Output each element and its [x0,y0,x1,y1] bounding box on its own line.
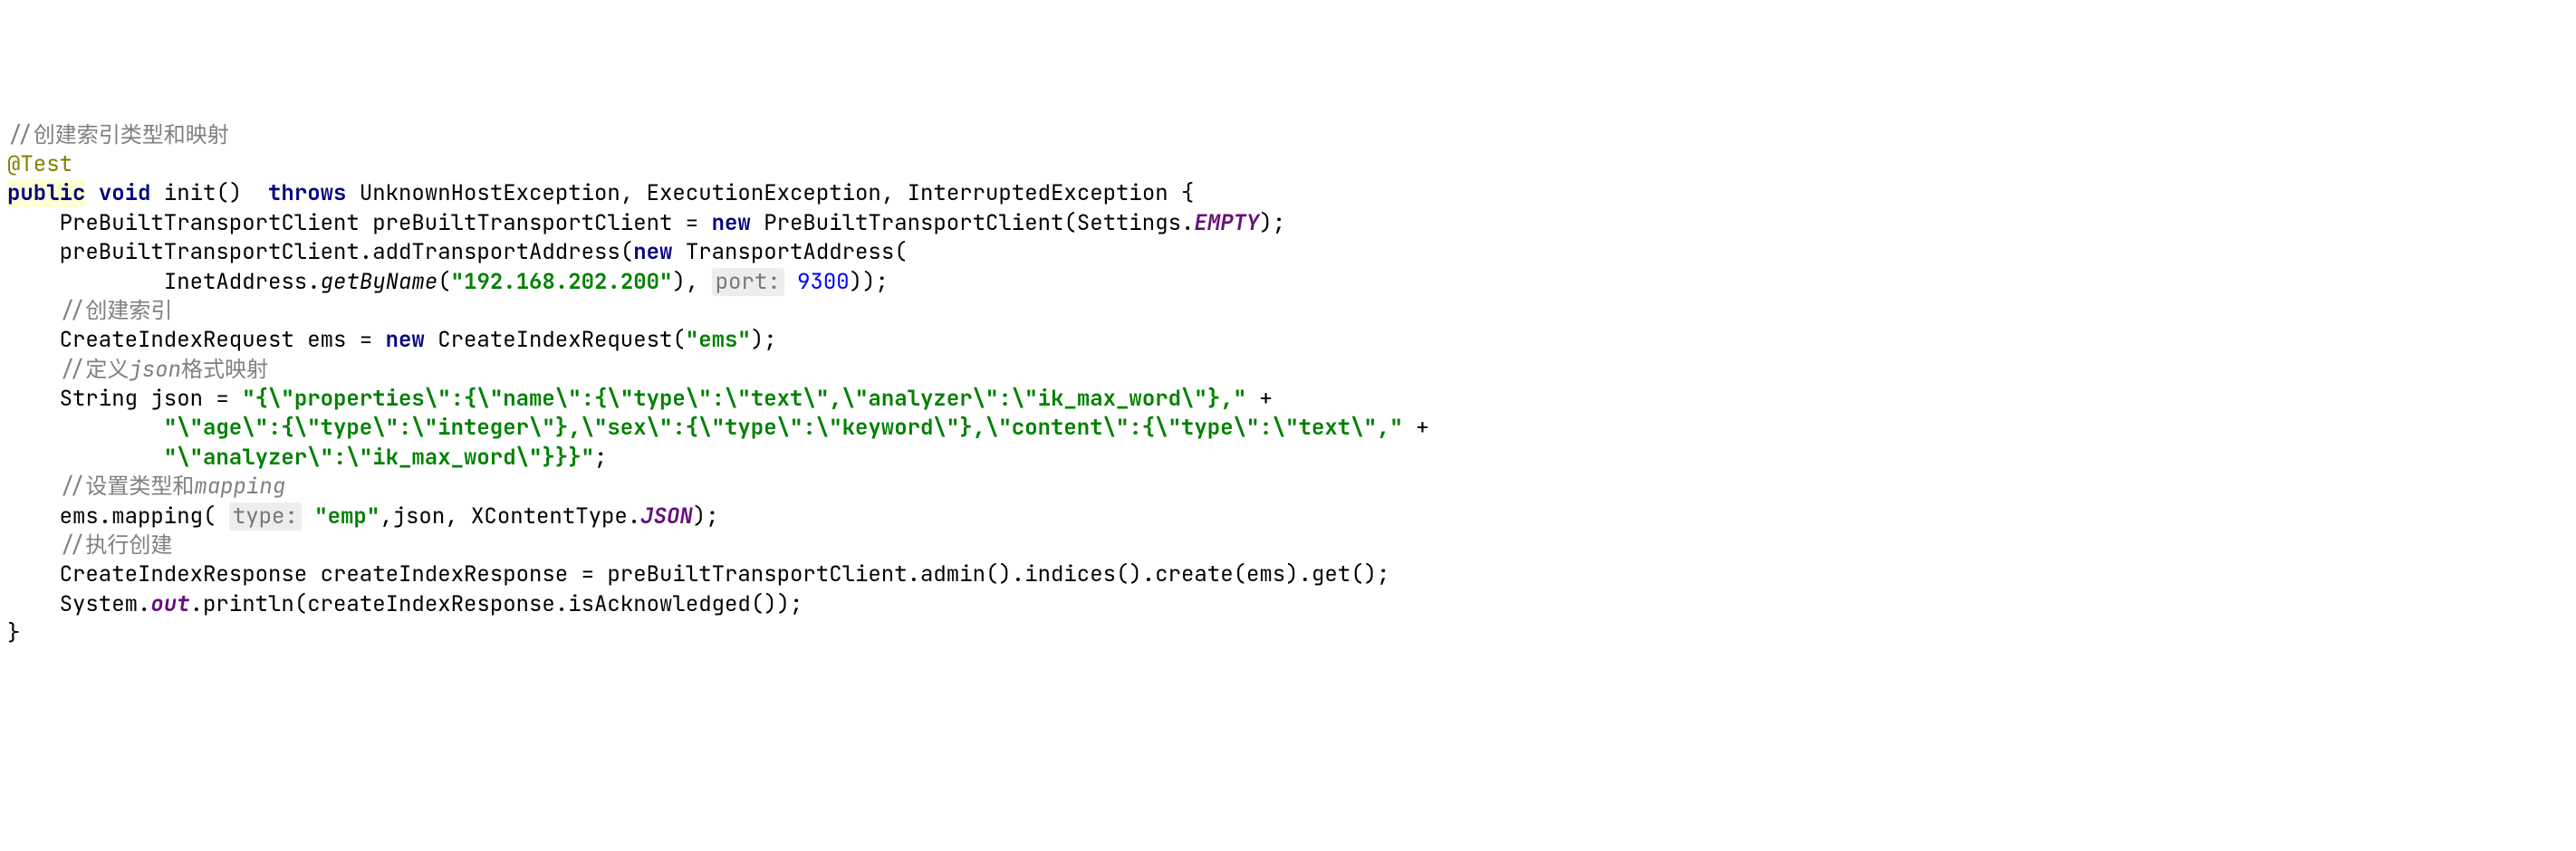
token-param-hint: type: [229,502,302,531]
keyword-void: void [99,179,151,207]
comment-text: //创建索引类型和映射 [7,121,229,149]
code-line[interactable]: ems.mapping( type: "emp",json, XContentT… [7,502,2569,531]
token-string: "{\"properties\":{\"name\":{\"type\":\"t… [242,385,1246,413]
code-line[interactable]: //定义json格式映射 [7,356,2569,385]
comment-italic-text: mapping [194,473,285,501]
code-line[interactable]: } [7,619,2569,648]
token-plain: ); [693,502,719,531]
token-static-field: JSON [640,502,693,531]
code-line[interactable]: //设置类型和mapping [7,473,2569,502]
token-plain: .println(createIndexResponse.isAcknowled… [190,590,803,618]
token-static-field: out [150,590,189,618]
token-plain: preBuiltTransportClient.addTransportAddr… [60,238,634,266]
code-line[interactable]: CreateIndexResponse createIndexResponse … [7,560,2569,589]
token-plain: + [1403,414,1429,442]
exceptions-list: UnknownHostException, ExecutionException… [346,179,1194,207]
comment-text: 格式映射 [181,356,268,384]
plain-text: } [7,619,20,647]
token-plain [784,268,797,296]
token-number: 9300 [797,268,850,296]
token-plain: ; [594,444,607,472]
token-plain: PreBuiltTransportClient(Settings. [751,209,1195,237]
code-line[interactable]: //创建索引类型和映射 [7,121,2569,150]
token-string: "emp" [314,502,380,531]
token-string: "ems" [686,326,751,354]
token-static-method: getByName [321,268,438,296]
comment-text: //定义 [60,356,130,384]
code-editor[interactable]: //创建索引类型和映射@Testpublic void init() throw… [7,121,2569,649]
token-plain: + [1246,385,1273,413]
code-line[interactable]: CreateIndexRequest ems = new CreateIndex… [7,326,2569,355]
code-line[interactable]: public void init() throws UnknownHostExc… [7,179,2569,208]
code-line[interactable]: @Test [7,150,2569,179]
token-keyword: new [633,238,672,266]
keyword-throws: throws [268,179,346,207]
comment-italic-text: json [129,356,181,384]
token-plain: TransportAddress( [672,238,907,266]
code-line[interactable]: InetAddress.getByName("192.168.202.200")… [7,268,2569,297]
token-plain: PreBuiltTransportClient preBuiltTranspor… [60,209,712,237]
code-line[interactable]: "\"age\":{\"type\":\"integer\"},\"sex\":… [7,414,2569,443]
method-name: init() [150,179,268,207]
token-plain: CreateIndexRequest ems = [60,326,386,354]
token-plain: ), [672,268,711,296]
token-string: "\"age\":{\"type\":\"integer\"},\"sex\":… [164,414,1403,442]
code-line[interactable]: preBuiltTransportClient.addTransportAddr… [7,238,2569,267]
code-line[interactable]: String json = "{\"properties\":{\"name\"… [7,385,2569,414]
code-line[interactable]: //创建索引 [7,297,2569,326]
comment-text: //执行创建 [60,531,173,559]
token-plain [302,502,314,531]
token-plain: CreateIndexRequest( [425,326,686,354]
annotation-text: @Test [7,150,72,178]
token-plain: ); [751,326,777,354]
token-static-field: EMPTY [1194,209,1259,237]
comment-text: //设置类型和 [60,473,195,501]
token-plain: ,json, XContentType. [380,502,640,531]
code-line[interactable]: PreBuiltTransportClient preBuiltTranspor… [7,209,2569,238]
token-plain: CreateIndexResponse createIndexResponse … [60,560,1390,588]
token-keyword: new [386,326,425,354]
token-plain: String json = [60,385,243,413]
token-plain: ); [1259,209,1285,237]
code-line[interactable]: "\"analyzer\":\"ik_max_word\"}}}"; [7,444,2569,473]
token-keyword: new [712,209,751,237]
token-string: "192.168.202.200" [451,268,673,296]
token-plain: ( [437,268,450,296]
code-line[interactable]: System.out.println(createIndexResponse.i… [7,590,2569,619]
comment-text: //创建索引 [60,297,173,325]
token-plain: )); [850,268,889,296]
code-line[interactable]: //执行创建 [7,531,2569,560]
token-plain: System. [60,590,151,618]
token-plain: InetAddress. [164,268,321,296]
token-string: "\"analyzer\":\"ik_max_word\"}}}" [164,444,594,472]
token-param-hint: port: [712,268,784,296]
keyword-public: public [7,179,85,207]
token-plain: ems.mapping( [60,502,229,531]
